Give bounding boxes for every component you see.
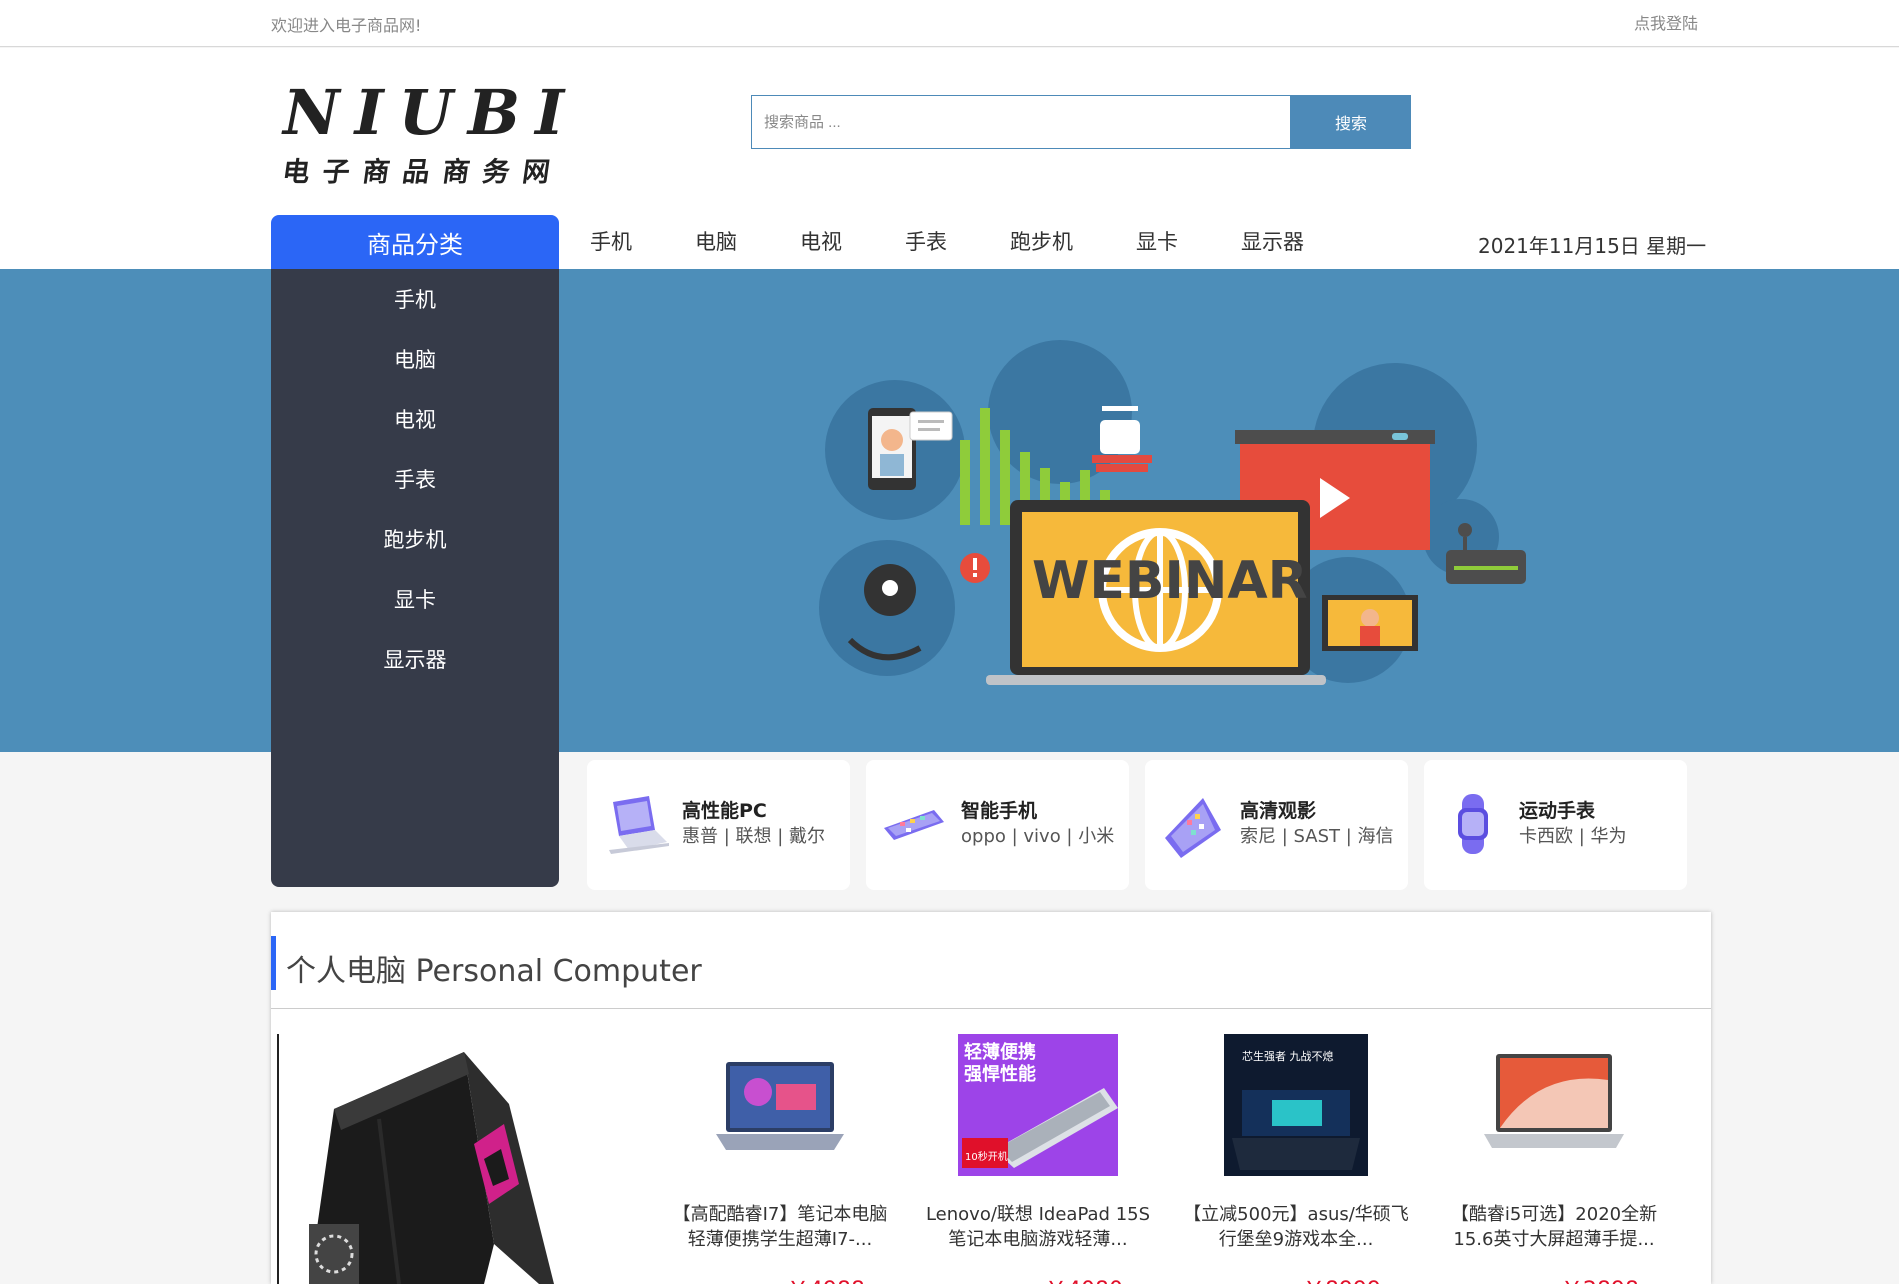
product-card[interactable]: 【高配酷睿I7】笔记本电脑轻薄便携学生超薄I7-... ￥4988: [665, 1030, 895, 1284]
promo-line-2: 强悍性能: [964, 1063, 1036, 1085]
sidebar-item-watch[interactable]: 手表: [271, 449, 559, 509]
section-accent-bar: [271, 936, 276, 990]
card-phone[interactable]: 智能手机 oppo | vivo | 小米: [866, 760, 1129, 890]
card-title: 高清观影: [1240, 800, 1317, 822]
top-bar: 欢迎进入电子商品网! 点我登陆: [0, 0, 1899, 47]
pc-section: 个人电脑 Personal Computer 【高配酷睿I7】笔记本电脑轻薄便携…: [271, 912, 1711, 1284]
category-sidebar: 手机 电脑 电视 手表 跑步机 显卡 显示器: [271, 269, 559, 887]
product-price: ￥2898: [1439, 1272, 1669, 1284]
product-price: ￥4988: [665, 1272, 895, 1284]
category-cards: 高性能PC 惠普 | 联想 | 戴尔 智能手机 oppo | vivo | 小米…: [587, 760, 1703, 890]
nav-item-monitor[interactable]: 显示器: [1241, 226, 1304, 256]
laptop-icon: [609, 796, 669, 854]
product-name: 【高配酷睿I7】笔记本电脑轻薄便携学生超薄I7-...: [672, 1204, 888, 1250]
nav-item-phone[interactable]: 手机: [590, 226, 632, 256]
sidebar-item-treadmill[interactable]: 跑步机: [271, 509, 559, 569]
card-title: 运动手表: [1519, 800, 1596, 822]
card-brands: 卡西欧 | 华为: [1519, 826, 1627, 847]
product-image: [696, 1030, 864, 1180]
sidebar-item-monitor[interactable]: 显示器: [271, 629, 559, 689]
main-nav: 手机 电脑 电视 手表 跑步机 显卡 显示器: [590, 226, 1367, 256]
banner-webinar-text: WEBINAR: [1032, 551, 1308, 611]
sidebar-item-phone[interactable]: 手机: [271, 269, 559, 329]
search-bar: 搜索: [751, 95, 1411, 149]
featured-pc-case-image[interactable]: [277, 1034, 577, 1284]
product-card[interactable]: 芯生强者 九战不熄 【立减500元】asus/华硕飞行堡垒9游戏本全... ￥8…: [1181, 1030, 1411, 1284]
product-name: Lenovo/联想 IdeaPad 15S笔记本电脑游戏轻薄...: [925, 1204, 1151, 1250]
sidebar-item-tv[interactable]: 电视: [271, 389, 559, 449]
card-brands: 惠普 | 联想 | 戴尔: [682, 826, 826, 847]
search-input[interactable]: [751, 95, 1291, 149]
card-title: 智能手机: [961, 800, 1038, 822]
promo-line-1: 轻薄便携: [964, 1041, 1036, 1063]
login-link[interactable]: 点我登陆: [1634, 10, 1698, 34]
product-image: [1470, 1030, 1638, 1180]
search-button[interactable]: 搜索: [1291, 95, 1411, 149]
smartphone-icon: [884, 810, 944, 840]
webinar-illustration: WEBINAR: [819, 340, 1526, 685]
product-image: 芯生强者 九战不熄: [1212, 1030, 1380, 1180]
card-brands: 索尼 | SAST | 海信: [1240, 826, 1394, 847]
product-image: 轻薄便携 强悍性能 10秒开机: [954, 1030, 1122, 1180]
product-price: ￥4080: [923, 1272, 1153, 1284]
sidebar-item-computer[interactable]: 电脑: [271, 329, 559, 389]
section-title: 个人电脑 Personal Computer: [286, 954, 702, 989]
nav-item-graphics-card[interactable]: 显卡: [1136, 226, 1178, 256]
nav-item-computer[interactable]: 电脑: [695, 226, 737, 256]
nav-item-watch[interactable]: 手表: [905, 226, 947, 256]
card-brands: oppo | vivo | 小米: [961, 826, 1115, 847]
section-divider: [271, 1008, 1711, 1009]
welcome-text: 欢迎进入电子商品网!: [271, 16, 422, 35]
product-name: 【立减500元】asus/华硕飞行堡垒9游戏本全...: [1183, 1204, 1409, 1250]
card-title: 高性能PC: [682, 800, 767, 822]
tablet-icon: [1165, 798, 1221, 858]
product-card[interactable]: 轻薄便携 强悍性能 10秒开机 Lenovo/联想 IdeaPad 15S笔记本…: [923, 1030, 1153, 1284]
product-name: 【酷睿i5可选】2020全新15.6英寸大屏超薄手提...: [1450, 1204, 1658, 1250]
promo-text: 芯生强者 九战不熄: [1242, 1049, 1334, 1063]
current-date: 2021年11月15日 星期一: [1478, 234, 1707, 258]
sidebar-item-graphics-card[interactable]: 显卡: [271, 569, 559, 629]
site-logo[interactable]: NIUBI 电子商品商务网: [280, 76, 580, 189]
smartwatch-icon: [1458, 794, 1488, 854]
category-header: 商品分类: [271, 215, 559, 269]
product-card[interactable]: 【酷睿i5可选】2020全新15.6英寸大屏超薄手提... ￥2898: [1439, 1030, 1669, 1284]
logo-text-en: NIUBI: [283, 76, 580, 149]
card-pc[interactable]: 高性能PC 惠普 | 联想 | 戴尔: [587, 760, 850, 890]
card-tv[interactable]: 高清观影 索尼 | SAST | 海信: [1145, 760, 1408, 890]
logo-text-cn: 电子商品商务网: [280, 157, 565, 188]
product-price: ￥8999: [1181, 1272, 1411, 1284]
card-watch[interactable]: 运动手表 卡西欧 | 华为: [1424, 760, 1687, 890]
nav-item-tv[interactable]: 电视: [800, 226, 842, 256]
nav-item-treadmill[interactable]: 跑步机: [1010, 226, 1073, 256]
promo-tag: 10秒开机: [965, 1150, 1008, 1163]
